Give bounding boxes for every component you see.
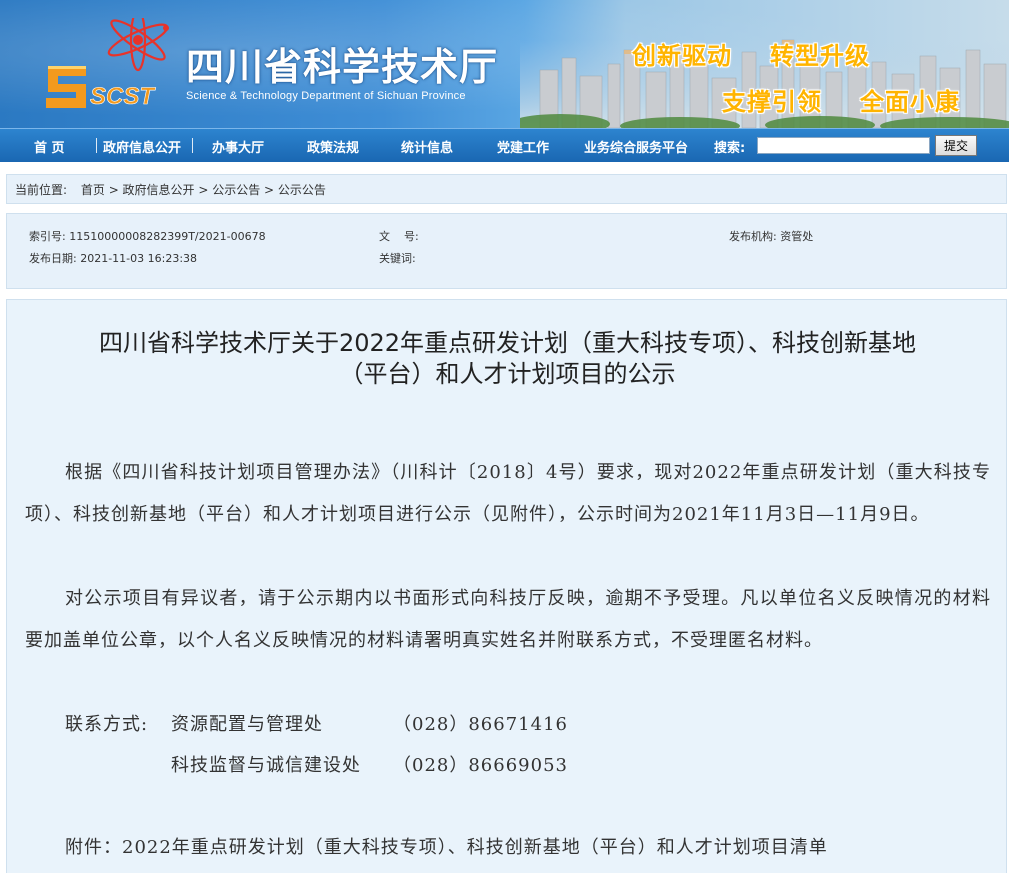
nav-home[interactable]: 首 页 bbox=[34, 137, 65, 156]
meta-index-label: 索引号: bbox=[29, 230, 66, 243]
meta-issuer-value: 资管处 bbox=[780, 230, 814, 243]
meta-issuer-label: 发布机构: bbox=[729, 230, 777, 243]
attachment-link[interactable]: 附件：2022年重点研发计划（重大科技专项）、科技创新基地（平台）和人才计划项目… bbox=[65, 833, 828, 859]
nav-divider bbox=[96, 138, 97, 153]
breadcrumb-label: 当前位置: bbox=[15, 183, 68, 197]
article-paragraph-2: 对公示项目有异议者，请于公示期内以书面形式向科技厅反映，逾期不予受理。凡以单位名… bbox=[25, 588, 991, 651]
nav-service-hall[interactable]: 办事大厅 bbox=[212, 137, 264, 156]
article-title-line2: （平台）和人才计划项目的公示 bbox=[339, 360, 676, 388]
site-subtitle: Science & Technology Department of Sichu… bbox=[186, 90, 466, 102]
meta-date-label: 发布日期: bbox=[29, 252, 77, 265]
svg-text:SCST: SCST bbox=[90, 83, 156, 110]
search-label: 搜索: bbox=[714, 141, 746, 156]
contact-phone-2: （028）86669053 bbox=[393, 755, 568, 776]
article-title-line1: 四川省科学技术厅关于2022年重点研发计划（重大科技专项）、科技创新基地 bbox=[98, 329, 917, 357]
nav-divider bbox=[192, 138, 193, 153]
breadcrumb-path[interactable]: 首页 > 政府信息公开 > 公示公告 > 公示公告 bbox=[81, 183, 326, 197]
article-title: 四川省科学技术厅关于2022年重点研发计划（重大科技专项）、科技创新基地 （平台… bbox=[7, 328, 1008, 390]
slogan-innovation-driven: 创新驱动 bbox=[632, 42, 732, 70]
article-body: 四川省科学技术厅关于2022年重点研发计划（重大科技专项）、科技创新基地 （平台… bbox=[6, 299, 1007, 873]
contact-dept-1: 资源配置与管理处 bbox=[171, 714, 323, 735]
contact-label: 联系方式: bbox=[65, 714, 149, 735]
contact-phone-1: （028）86671416 bbox=[393, 714, 568, 735]
document-meta: 索引号: 11510000008282399T/2021-00678 文 号: … bbox=[6, 213, 1007, 289]
slogan-support-lead: 支撑引领 bbox=[722, 88, 822, 116]
slogan-xiaokang: 全面小康 bbox=[860, 88, 960, 116]
nav-statistics[interactable]: 统计信息 bbox=[401, 137, 453, 156]
meta-date-value: 2021-11-03 16:23:38 bbox=[80, 252, 198, 265]
main-nav: 首 页 政府信息公开 办事大厅 政策法规 统计信息 党建工作 业务综合服务平台 … bbox=[0, 128, 1009, 162]
nav-party-building[interactable]: 党建工作 bbox=[497, 137, 549, 156]
contact-dept-2: 科技监督与诚信建设处 bbox=[171, 755, 361, 776]
scst-logo-icon[interactable]: SCST bbox=[40, 18, 180, 110]
nav-gov-info[interactable]: 政府信息公开 bbox=[103, 137, 181, 156]
site-title: 四川省科学技术厅 bbox=[186, 45, 499, 89]
breadcrumb: 当前位置: 首页 > 政府信息公开 > 公示公告 > 公示公告 bbox=[6, 174, 1007, 204]
article-paragraph-1: 根据《四川省科技计划项目管理办法》（川科计〔2018〕4号）要求，现对2022年… bbox=[25, 462, 991, 525]
search-input[interactable] bbox=[757, 137, 930, 154]
meta-doc-no-label: 文 号: bbox=[379, 230, 419, 243]
site-header: SCST 四川省科学技术厅 Science & Technology Depar… bbox=[0, 0, 1009, 128]
nav-policy[interactable]: 政策法规 bbox=[307, 137, 359, 156]
meta-index-value: 11510000008282399T/2021-00678 bbox=[69, 230, 266, 243]
search-submit-button[interactable]: 提交 bbox=[935, 135, 977, 156]
meta-keywords-label: 关键词: bbox=[379, 252, 416, 265]
nav-service-platform[interactable]: 业务综合服务平台 bbox=[584, 137, 688, 156]
slogan-transformation: 转型升级 bbox=[770, 42, 870, 70]
